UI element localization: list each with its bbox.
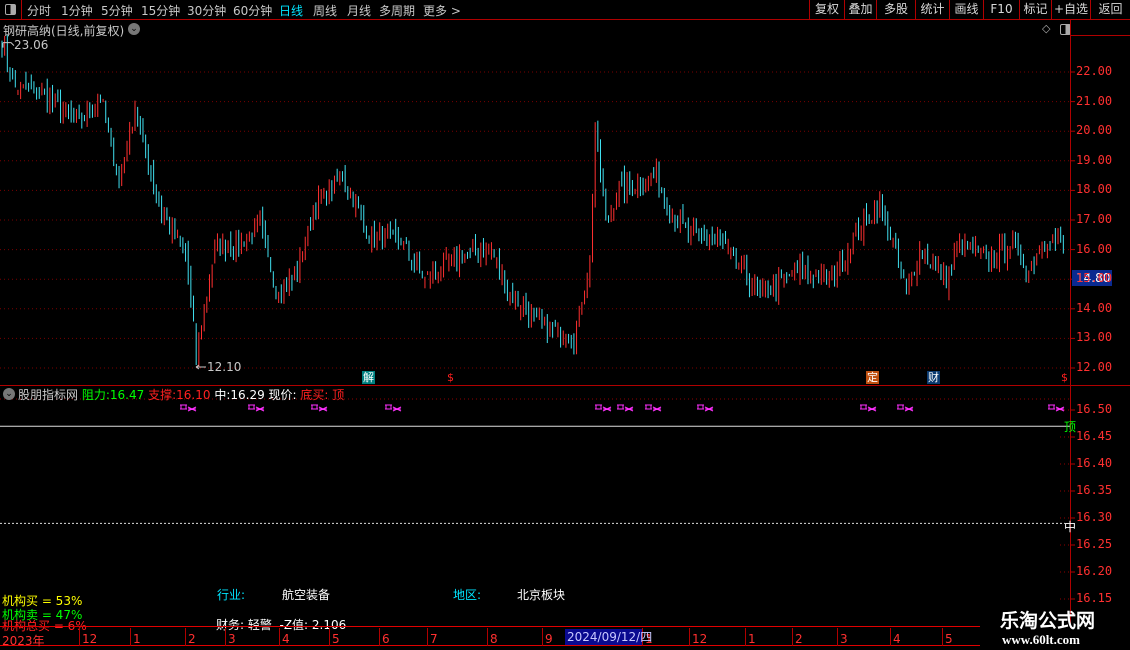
signal-marker — [595, 404, 612, 412]
resist-label: 阻力: — [81, 388, 110, 402]
mid-tag: 中 — [1064, 520, 1077, 534]
date-label: 2 — [795, 632, 803, 646]
signal-marker — [645, 404, 662, 412]
event-marker[interactable]: $ — [446, 371, 455, 384]
indicator-axis-label: 16.20 — [1076, 564, 1113, 578]
date-separator — [329, 628, 330, 646]
date-separator — [942, 628, 943, 646]
date-label: 5 — [332, 632, 340, 646]
signal-marker — [311, 404, 328, 412]
industry-label: 行业: — [217, 588, 246, 602]
watermark-url: www.60lt.com — [1002, 632, 1080, 647]
date-separator — [837, 628, 838, 646]
signal-marker — [1048, 404, 1065, 412]
cursor-date: 2024/09/12/四 — [565, 629, 653, 645]
price-axis-label: 13.00 — [1076, 330, 1113, 345]
event-marker[interactable]: 定 — [866, 371, 879, 384]
price-axis-label: 19.00 — [1076, 152, 1113, 167]
date-label: 2023年 — [2, 634, 45, 648]
date-separator — [279, 628, 280, 646]
mid-label: 中: — [214, 388, 231, 402]
date-separator — [185, 628, 186, 646]
candlestick-chart — [0, 35, 1075, 600]
date-label: 1 — [133, 632, 141, 646]
date-label: 4 — [893, 632, 901, 646]
indicator-axis-label: 16.40 — [1076, 456, 1113, 470]
date-separator — [379, 628, 380, 646]
indicator-axis-label: 16.30 — [1076, 510, 1113, 524]
finance-text: 财务: 轻警 -Z值: 2.106 — [216, 618, 347, 632]
low-label: 12.10 — [207, 360, 242, 374]
indicator-axis-label: 16.35 — [1076, 483, 1113, 497]
signal-marker — [385, 404, 402, 412]
date-label: 9 — [545, 632, 553, 646]
date-separator — [79, 628, 80, 646]
date-label: 8 — [490, 632, 498, 646]
date-label: 5 — [945, 632, 953, 646]
date-separator — [487, 628, 488, 646]
signal-marker — [897, 404, 914, 412]
date-label: 4 — [282, 632, 290, 646]
date-separator — [130, 628, 131, 646]
date-label: 12 — [82, 632, 98, 646]
indicator-header: 股朋指标网 阻力:16.47 支撑:16.10 中:16.29 现价: 底买: … — [18, 386, 344, 403]
region-label: 地区: — [453, 588, 482, 602]
signal-marker — [248, 404, 265, 412]
resist-value: 16.47 — [109, 388, 145, 402]
price-axis-label: 17.00 — [1076, 212, 1113, 226]
price-axis-label: 20.00 — [1076, 123, 1113, 138]
price-label: 现价: — [268, 388, 297, 402]
event-marker[interactable]: 财 — [927, 371, 940, 384]
region-value: 北京板块 — [517, 588, 566, 602]
mid-value: 16.29 — [230, 388, 265, 402]
support-label: 支撑: — [148, 388, 177, 402]
date-label: 2 — [188, 632, 196, 646]
indicator-axis-label: 16.15 — [1076, 591, 1113, 605]
signal-text: 底买: 顶 — [300, 388, 345, 402]
date-separator — [225, 628, 226, 646]
price-axis-label: 16.00 — [1076, 241, 1113, 256]
date-separator — [890, 628, 891, 646]
event-marker[interactable]: $ — [1060, 371, 1069, 384]
date-separator — [792, 628, 793, 646]
watermark-name: 乐淘公式网 — [1000, 610, 1096, 632]
date-label: 3 — [840, 632, 848, 646]
high-label: 23.06 — [14, 38, 49, 52]
signal-marker — [180, 404, 197, 412]
indicator-axis-label: 16.45 — [1076, 429, 1113, 443]
price-axis-label: 22.00 — [1076, 64, 1113, 78]
date-label: 6 — [382, 632, 390, 646]
price-axis-label: 15.00 — [1076, 271, 1113, 286]
support-value: 16.10 — [176, 388, 211, 402]
event-marker[interactable]: 解 — [362, 371, 375, 384]
price-axis-label: 18.00 — [1076, 182, 1113, 197]
date-label: 12 — [692, 632, 708, 646]
date-label: 3 — [228, 632, 236, 646]
indicator-axis-label: 16.25 — [1076, 537, 1113, 551]
date-separator — [689, 628, 690, 646]
signal-marker — [697, 404, 714, 412]
date-label: 1 — [748, 632, 756, 646]
signal-marker — [617, 404, 634, 412]
top-tag: 顶 — [1064, 420, 1077, 434]
price-axis-label: 14.00 — [1076, 300, 1113, 315]
date-separator — [427, 628, 428, 646]
price-axis-label: 21.00 — [1076, 93, 1113, 108]
indicator-axis-label: 16.50 — [1076, 402, 1113, 416]
date-separator — [745, 628, 746, 646]
industry-value: 航空装备 — [282, 588, 331, 602]
price-axis-label: 12.00 — [1076, 360, 1113, 374]
date-label: 7 — [430, 632, 438, 646]
date-separator — [542, 628, 543, 646]
chevron-down-icon[interactable]: ⌄ — [3, 388, 15, 400]
signal-marker — [860, 404, 877, 412]
indicator-name: 股朋指标网 — [18, 388, 79, 402]
